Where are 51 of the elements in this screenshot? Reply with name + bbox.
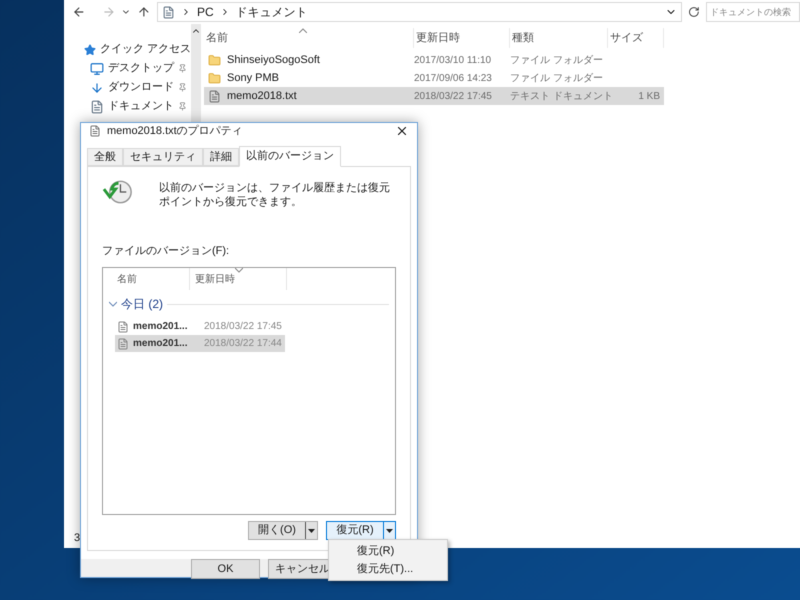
window-title: memo2018.txtのプロパティ (107, 124, 243, 139)
download-icon (90, 80, 104, 94)
monitor-icon (90, 62, 104, 76)
nav-item[interactable]: ドキュメント (64, 97, 192, 116)
menu-item[interactable]: 復元(R) (329, 542, 447, 560)
open-button[interactable]: 開く(O) (248, 521, 318, 540)
dialog-button[interactable]: OK (191, 559, 260, 579)
tab[interactable]: 詳細 (203, 148, 239, 166)
back-icon[interactable] (72, 5, 86, 19)
sort-icon (299, 28, 307, 33)
description-text: 以前のバージョンは、ファイル履歴または復元ポイントから復元できます。 (159, 180, 392, 208)
caret-icon (308, 528, 315, 532)
tab[interactable]: 以前のバージョン (239, 146, 341, 166)
column-header[interactable]: 更新日時 (414, 28, 510, 48)
expand-chevron-icon[interactable] (109, 301, 117, 307)
breadcrumb[interactable]: ドキュメント (236, 3, 308, 21)
folder-icon (208, 72, 221, 84)
search-field[interactable]: ドキュメントの検索 (706, 2, 800, 22)
version-row[interactable]: memo201... 2018/03/22 17:44 (115, 335, 285, 352)
document-icon (117, 320, 129, 332)
file-row[interactable]: Sony PMB 2017/09/06 14:23 ファイル フォルダー (204, 69, 664, 87)
document-icon (208, 90, 221, 102)
file-row[interactable]: ShinseiyoSogoSoft 2017/03/10 11:10 ファイル フォルダー (204, 51, 664, 69)
file-row[interactable]: memo2018.txt 2018/03/22 17:45 テキスト ドキュメント 1 KB (204, 87, 664, 105)
tab[interactable]: 全般 (87, 148, 123, 166)
column-header[interactable]: 更新日時 (190, 268, 287, 290)
breadcrumb[interactable]: PC (196, 3, 214, 21)
refresh-icon[interactable] (688, 6, 700, 18)
document-icon (89, 125, 101, 138)
address-bar[interactable]: PC ドキュメント (156, 2, 682, 22)
sort-icon (235, 268, 243, 273)
list-label: ファイルのバージョン(F): (102, 244, 230, 258)
nav-item[interactable]: ダウンロード (64, 78, 192, 97)
folder-icon (208, 54, 221, 66)
document-icon (162, 6, 175, 18)
up-icon[interactable] (137, 5, 151, 19)
column-header[interactable]: サイズ (608, 28, 664, 48)
version-row[interactable]: memo201... 2018/03/22 17:45 (115, 318, 285, 335)
nav-item[interactable]: クイック アクセス (64, 40, 192, 59)
column-header[interactable]: 名前 (204, 28, 414, 48)
star-icon (84, 44, 96, 56)
status-text: 3 (73, 530, 82, 546)
column-header[interactable]: 名前 (103, 268, 190, 290)
document-icon (90, 100, 104, 114)
restore-button[interactable]: 復元(R) (326, 521, 396, 540)
caret-icon (386, 528, 393, 532)
group-label[interactable]: 今日 (2) (121, 295, 163, 313)
document-icon (117, 338, 129, 350)
nav-item[interactable]: デスクトップ (64, 59, 192, 78)
tab[interactable]: セキュリティ (123, 148, 203, 166)
column-header[interactable]: 種類 (510, 28, 608, 48)
